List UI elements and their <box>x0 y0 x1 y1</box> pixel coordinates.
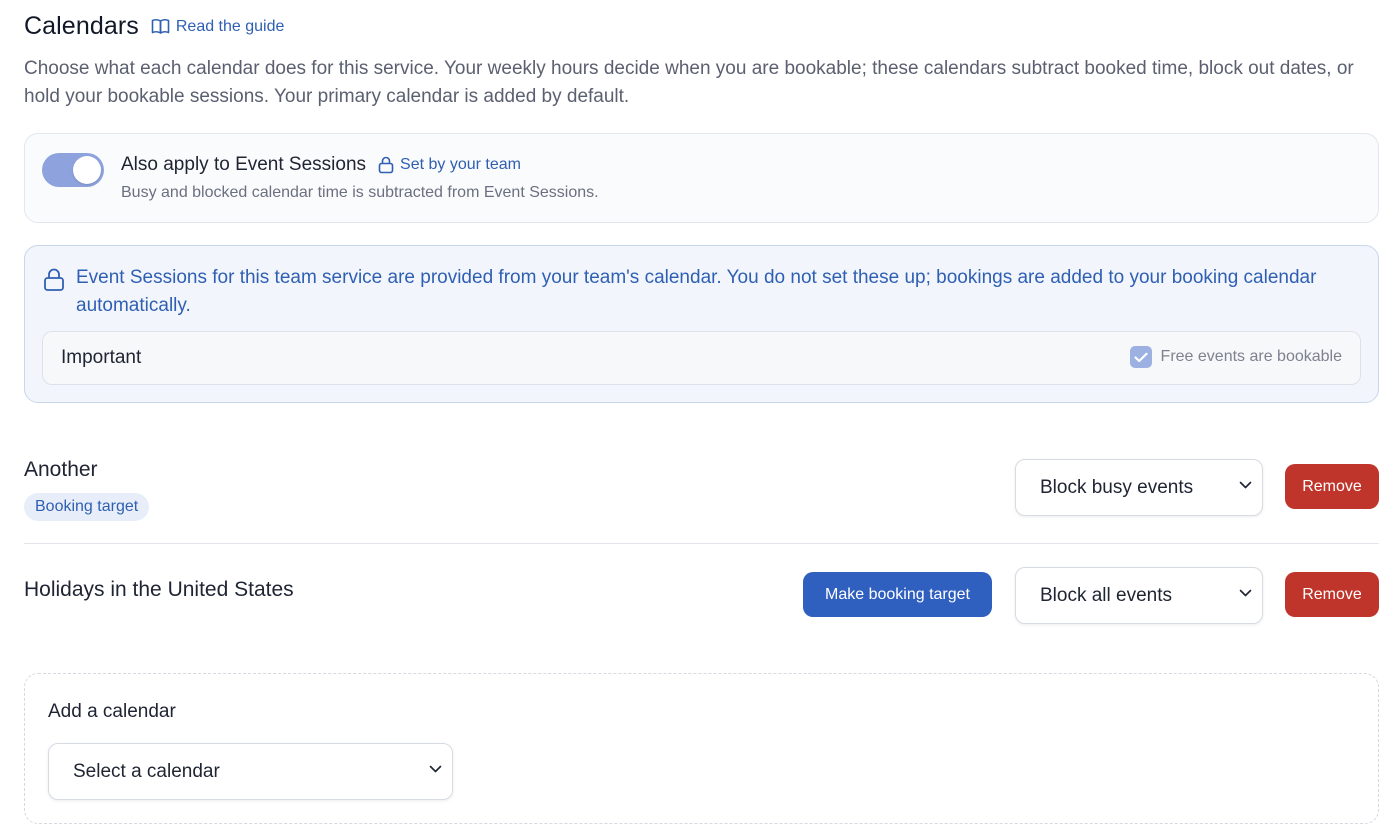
calendar-mode-value: Block all events <box>1040 584 1173 606</box>
calendar-row-another: Another Booking target Block busy events… <box>24 458 1379 528</box>
remove-calendar-button[interactable]: Remove <box>1285 464 1379 509</box>
lock-icon <box>378 156 394 174</box>
toggle-knob <box>73 156 101 184</box>
apply-event-sessions-label: Also apply to Event Sessions <box>121 154 367 175</box>
calendar-row-holidays: Holidays in the United States Make booki… <box>24 566 1379 626</box>
lock-icon <box>44 268 64 291</box>
calendar-name: Holidays in the United States <box>24 578 294 601</box>
apply-event-sessions-toggle[interactable] <box>42 153 104 187</box>
calendar-name: Another <box>24 458 98 481</box>
free-events-checkbox-row: Free events are bookable <box>1129 346 1342 368</box>
free-events-label: Free events are bookable <box>1160 348 1342 365</box>
book-icon <box>151 19 170 34</box>
page-header: Calendars Read the guide <box>24 12 284 41</box>
set-by-team-note: Set by your team <box>378 156 521 174</box>
make-booking-target-button[interactable]: Make booking target <box>803 572 992 617</box>
calendar-mode-select[interactable]: Block all events <box>1015 567 1263 624</box>
set-by-team-label: Set by your team <box>400 156 521 173</box>
add-calendar-placeholder: Select a calendar <box>73 760 220 782</box>
add-calendar-select[interactable]: Select a calendar <box>48 743 453 800</box>
team-calendar-info-text: Event Sessions for this team service are… <box>76 267 1317 316</box>
page-title: Calendars <box>24 12 139 40</box>
team-calendar-info-card: Event Sessions for this team service are… <box>24 245 1379 403</box>
checkmark-icon <box>1133 352 1148 362</box>
calendar-mode-value: Block busy events <box>1040 476 1194 498</box>
read-guide-link[interactable]: Read the guide <box>151 17 285 36</box>
chevron-down-icon <box>429 765 442 773</box>
divider <box>24 543 1379 544</box>
add-calendar-card: Add a calendar Select a calendar <box>24 673 1379 824</box>
free-events-checkbox[interactable] <box>1129 346 1152 368</box>
read-guide-label: Read the guide <box>175 17 285 35</box>
booking-target-badge: Booking target <box>24 493 150 521</box>
important-calendar-row: Important Free events are bookable <box>42 331 1361 385</box>
important-calendar-name: Important <box>61 347 142 368</box>
remove-calendar-button[interactable]: Remove <box>1285 572 1379 617</box>
chevron-down-icon <box>1239 481 1252 489</box>
apply-event-sessions-card: Also apply to Event Sessions Set by your… <box>24 133 1379 223</box>
apply-event-sessions-description: Busy and blocked calendar time is subtra… <box>121 184 599 201</box>
calendar-mode-select[interactable]: Block busy events <box>1015 459 1263 516</box>
chevron-down-icon <box>1239 589 1252 597</box>
apply-title-row: Also apply to Event Sessions Set by your… <box>121 154 521 176</box>
add-calendar-label: Add a calendar <box>48 701 176 722</box>
intro-text: Choose what each calendar does for this … <box>24 58 1354 107</box>
